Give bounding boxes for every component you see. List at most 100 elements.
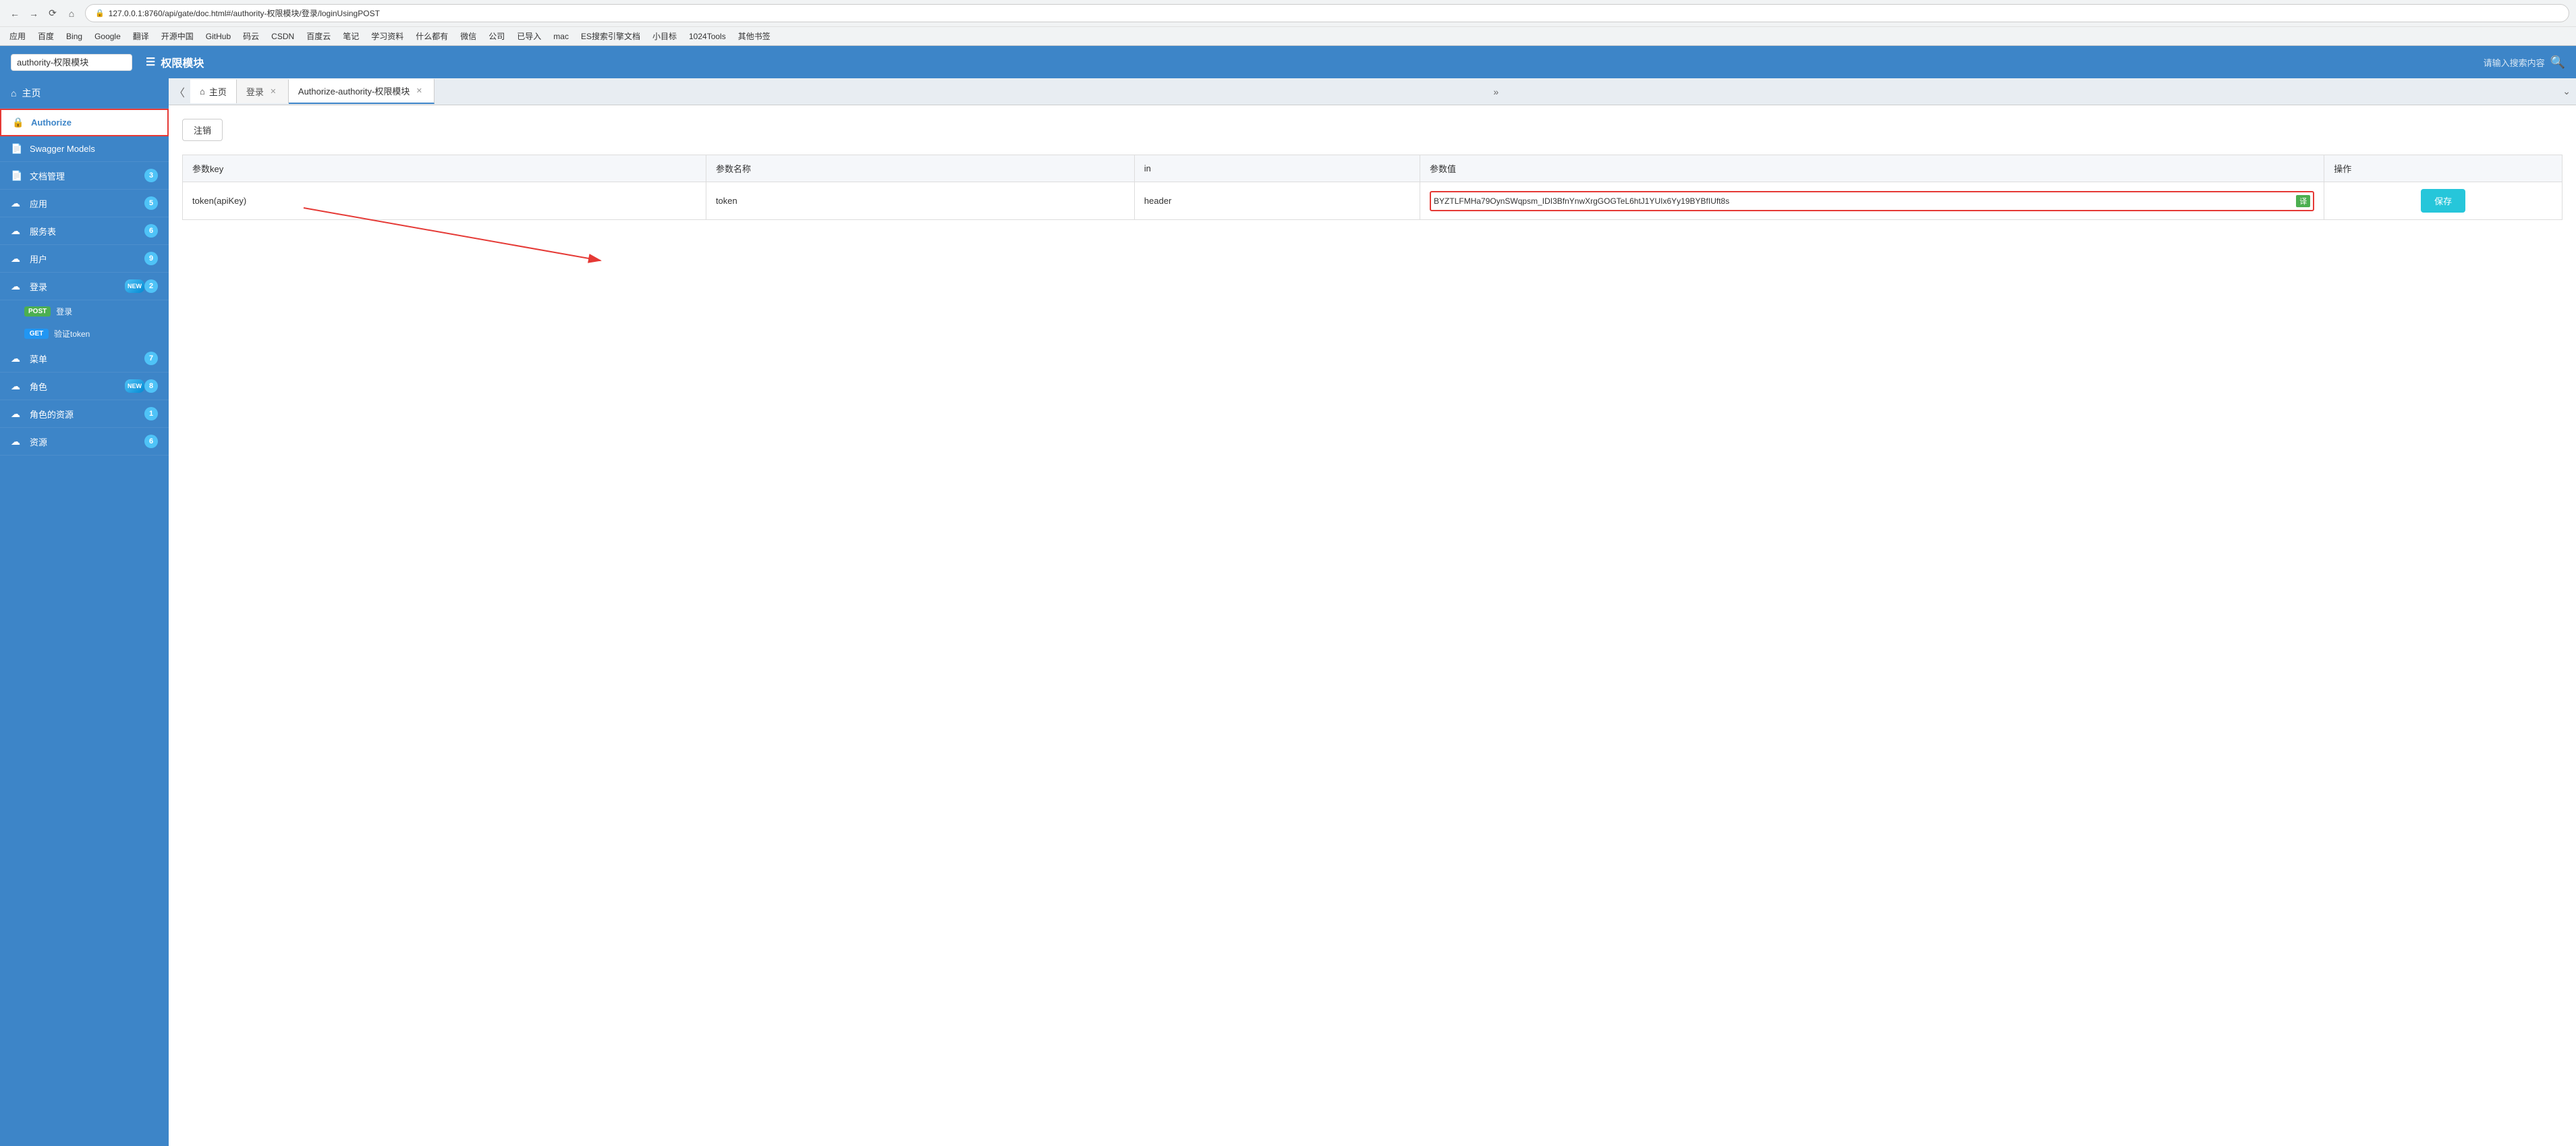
param-name-cell: token bbox=[706, 182, 1134, 220]
bookmark-anything[interactable]: 什么都有 bbox=[413, 29, 451, 43]
sidebar: ⌂ 主页 🔒 Authorize 📄 Swagger Models 📄 文档管理… bbox=[0, 78, 169, 1146]
col-header-value: 参数值 bbox=[1420, 155, 2324, 182]
save-button[interactable]: 保存 bbox=[2421, 189, 2465, 213]
tabs-bar: 〈 ⌂ 主页 登录 ✕ Authorize-authority-权限模块 ✕ »… bbox=[169, 78, 2576, 105]
sidebar-item-authorize[interactable]: 🔒 Authorize bbox=[0, 109, 169, 136]
module-select[interactable]: authority-权限模块 bbox=[11, 54, 132, 71]
sidebar-item-users[interactable]: ☁ 用户 9 bbox=[0, 245, 169, 273]
sidebar-sub-get-token[interactable]: GET 验证token bbox=[0, 323, 169, 345]
bookmark-wechat[interactable]: 微信 bbox=[457, 29, 479, 43]
sidebar-item-apps[interactable]: ☁ 应用 5 bbox=[0, 190, 169, 217]
sidebar-item-role-resources[interactable]: ☁ 角色的资源 1 bbox=[0, 400, 169, 428]
authorize-tab-label: Authorize-authority-权限模块 bbox=[298, 84, 410, 97]
swagger-models-label: Swagger Models bbox=[30, 144, 158, 154]
bookmark-google[interactable]: Google bbox=[92, 30, 123, 43]
services-icon: ☁ bbox=[11, 225, 24, 237]
forward-button[interactable]: → bbox=[26, 5, 42, 22]
home-nav-button[interactable]: ⌂ bbox=[63, 5, 80, 22]
bookmark-goals[interactable]: 小目标 bbox=[650, 29, 679, 43]
users-icon: ☁ bbox=[11, 253, 24, 265]
bookmark-learning[interactable]: 学习资料 bbox=[368, 29, 406, 43]
tab-home[interactable]: ⌂ 主页 bbox=[190, 80, 237, 103]
bookmark-apps[interactable]: 应用 bbox=[7, 29, 28, 43]
back-button[interactable]: ← bbox=[7, 5, 23, 22]
sidebar-item-roles[interactable]: ☁ 角色 NEW 8 bbox=[0, 373, 169, 400]
tab-expand-button[interactable]: » bbox=[1488, 86, 1504, 97]
bookmark-csdn[interactable]: CSDN bbox=[269, 30, 297, 43]
bookmark-bing[interactable]: Bing bbox=[63, 30, 85, 43]
bookmark-translate[interactable]: 翻译 bbox=[130, 29, 152, 43]
bookmark-notes[interactable]: 笔记 bbox=[340, 29, 362, 43]
services-label: 服务表 bbox=[30, 225, 144, 238]
sidebar-item-login[interactable]: ☁ 登录 NEW 2 bbox=[0, 273, 169, 300]
cancel-button[interactable]: 注销 bbox=[182, 119, 223, 141]
role-resources-label: 角色的资源 bbox=[30, 408, 144, 420]
menu-label: 菜单 bbox=[30, 352, 144, 365]
url-text: 127.0.0.1:8760/api/gate/doc.html#/author… bbox=[109, 7, 380, 19]
login-label: 登录 bbox=[30, 280, 125, 293]
login-icon: ☁ bbox=[11, 281, 24, 292]
bookmark-others[interactable]: 其他书签 bbox=[735, 29, 773, 43]
bookmark-opensource[interactable]: 开源中国 bbox=[159, 29, 196, 43]
bookmark-baidu[interactable]: 百度 bbox=[35, 29, 57, 43]
menu-badge: 7 bbox=[144, 352, 158, 365]
app-container: authority-权限模块 ☰ 权限模块 请输入搜索内容 🔍 ⌂ 主页 🔒 A… bbox=[0, 46, 2576, 1146]
refresh-button[interactable]: ⟳ bbox=[45, 5, 61, 22]
lock-icon: 🔒 bbox=[95, 9, 105, 18]
bookmark-mac[interactable]: mac bbox=[551, 30, 571, 43]
home-tab-label: 主页 bbox=[209, 85, 227, 98]
bookmark-es[interactable]: ES搜索引擎文档 bbox=[578, 29, 643, 43]
sidebar-item-menu[interactable]: ☁ 菜单 7 bbox=[0, 345, 169, 373]
tab-login[interactable]: 登录 ✕ bbox=[237, 80, 289, 103]
search-button[interactable]: 🔍 bbox=[2550, 55, 2565, 70]
tab-prev-button[interactable]: 〈 bbox=[169, 84, 190, 100]
login-new-badge: NEW bbox=[125, 279, 144, 293]
login-tab-close[interactable]: ✕ bbox=[268, 86, 279, 97]
param-value-cell: 译 bbox=[1420, 182, 2324, 220]
sidebar-item-doc-mgmt[interactable]: 📄 文档管理 3 bbox=[0, 162, 169, 190]
home-icon: ⌂ bbox=[11, 88, 16, 99]
table-row: token(apiKey) token header 译 保存 bbox=[183, 182, 2563, 220]
bookmark-github[interactable]: GitHub bbox=[203, 30, 233, 43]
app-header: authority-权限模块 ☰ 权限模块 请输入搜索内容 🔍 bbox=[0, 46, 2576, 78]
sidebar-item-resources[interactable]: ☁ 资源 6 bbox=[0, 428, 169, 456]
col-header-action: 操作 bbox=[2324, 155, 2563, 182]
translate-badge[interactable]: 译 bbox=[2296, 195, 2310, 207]
users-label: 用户 bbox=[30, 252, 144, 265]
authorize-tab-close[interactable]: ✕ bbox=[414, 86, 424, 97]
params-table: 参数key 参数名称 in 参数值 操作 token(apiKey) token… bbox=[182, 155, 2563, 220]
menu-icon: ☁ bbox=[11, 353, 24, 364]
param-action-cell: 保存 bbox=[2324, 182, 2563, 220]
tab-collapse-button[interactable]: ⌄ bbox=[2557, 86, 2576, 97]
bookmark-company[interactable]: 公司 bbox=[486, 29, 507, 43]
col-header-in: in bbox=[1134, 155, 1420, 182]
address-bar[interactable]: 🔒 127.0.0.1:8760/api/gate/doc.html#/auth… bbox=[85, 4, 2569, 22]
page-content: 注销 参数key 参数名称 in 参数值 操作 bbox=[169, 105, 2576, 1146]
authorize-label: Authorize bbox=[31, 117, 157, 128]
tab-authorize[interactable]: Authorize-authority-权限模块 ✕ bbox=[289, 79, 435, 104]
doc-mgmt-badge: 3 bbox=[144, 169, 158, 182]
swagger-icon: 📄 bbox=[11, 143, 24, 155]
sidebar-item-services[interactable]: ☁ 服务表 6 bbox=[0, 217, 169, 245]
role-resources-icon: ☁ bbox=[11, 408, 24, 420]
sidebar-sub-post-login[interactable]: POST 登录 bbox=[0, 300, 169, 323]
col-header-name: 参数名称 bbox=[706, 155, 1134, 182]
bookmark-baiduyun[interactable]: 百度云 bbox=[304, 29, 333, 43]
bookmark-1024tools[interactable]: 1024Tools bbox=[686, 30, 729, 43]
roles-icon: ☁ bbox=[11, 381, 24, 392]
token-input[interactable] bbox=[1434, 196, 2292, 206]
header-search: 请输入搜索内容 🔍 bbox=[2484, 55, 2565, 70]
get-token-label: 验证token bbox=[54, 328, 90, 339]
bookmark-gitee[interactable]: 码云 bbox=[240, 29, 262, 43]
apps-label: 应用 bbox=[30, 197, 144, 210]
bookmark-imported[interactable]: 已导入 bbox=[514, 29, 544, 43]
roles-new-badge: NEW bbox=[125, 379, 144, 393]
login-badge: 2 bbox=[144, 279, 158, 293]
authorize-btn-container: 注销 bbox=[182, 119, 2563, 141]
sidebar-home[interactable]: ⌂ 主页 bbox=[0, 78, 169, 109]
bookmarks-bar: 应用 百度 Bing Google 翻译 开源中国 GitHub 码云 CSDN… bbox=[0, 26, 2576, 45]
sidebar-item-swagger-models[interactable]: 📄 Swagger Models bbox=[0, 136, 169, 162]
content-area: 〈 ⌂ 主页 登录 ✕ Authorize-authority-权限模块 ✕ »… bbox=[169, 78, 2576, 1146]
doc-icon: 📄 bbox=[11, 170, 24, 182]
roles-badge: 8 bbox=[144, 379, 158, 393]
